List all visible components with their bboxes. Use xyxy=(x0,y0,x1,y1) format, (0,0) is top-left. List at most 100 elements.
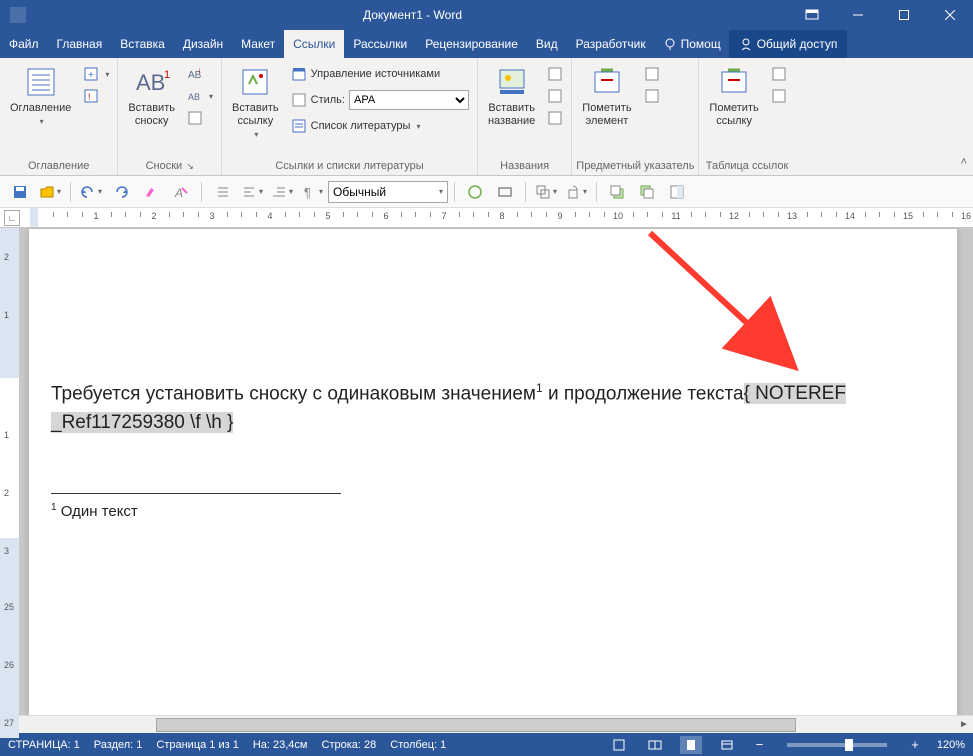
shape-circle-button[interactable] xyxy=(461,179,489,205)
body-text-1[interactable]: Требуется установить сноску с одинаковым… xyxy=(51,383,536,404)
next-footnote-button[interactable]: AB▾ xyxy=(183,86,217,106)
para-mark-button[interactable]: ¶▾ xyxy=(298,179,326,205)
footnote-1[interactable]: 1 Один текст xyxy=(51,500,939,524)
send-back-button[interactable] xyxy=(633,179,661,205)
selection-pane-button[interactable] xyxy=(663,179,691,205)
horizontal-scrollbar[interactable]: ◄ ► xyxy=(0,715,973,733)
mark-citation-button[interactable]: Пометить ссылку xyxy=(703,64,764,128)
footnotes-launcher[interactable]: ↘ xyxy=(186,161,194,172)
minimize-button[interactable] xyxy=(835,0,881,30)
ribbon-display-options[interactable] xyxy=(789,9,835,21)
page[interactable]: Требуется установить сноску с одинаковым… xyxy=(28,228,958,715)
tab-layout[interactable]: Макет xyxy=(232,30,284,58)
rotate-button[interactable]: ▾ xyxy=(562,179,590,205)
mark-citation-icon xyxy=(718,64,750,100)
app-icon xyxy=(0,7,36,23)
status-page-of[interactable]: Страница 1 из 1 xyxy=(156,739,238,751)
read-mode-button[interactable] xyxy=(644,736,666,754)
open-button[interactable]: ▾ xyxy=(36,179,64,205)
scroll-track[interactable] xyxy=(36,717,937,733)
update-tof-button[interactable] xyxy=(543,86,567,106)
insert-index-button[interactable] xyxy=(640,64,664,84)
style-combo[interactable]: Обычный▾ xyxy=(328,181,448,203)
body-text-2[interactable]: и продолжение текста xyxy=(543,383,744,404)
ribbon-tabs: Файл Главная Вставка Дизайн Макет Ссылки… xyxy=(0,30,973,58)
status-section[interactable]: Раздел: 1 xyxy=(94,739,143,751)
insert-toa-button[interactable] xyxy=(767,64,791,84)
tell-me[interactable]: Помощ xyxy=(655,30,729,58)
scroll-thumb[interactable] xyxy=(156,718,796,732)
footnote-icon: AB1 xyxy=(134,64,170,100)
vertical-ruler[interactable]: 21123252627 xyxy=(0,228,20,715)
redo-button[interactable] xyxy=(107,179,135,205)
save-button[interactable] xyxy=(6,179,34,205)
zoom-out-button[interactable]: − xyxy=(752,737,768,752)
tab-design[interactable]: Дизайн xyxy=(174,30,232,58)
status-at[interactable]: На: 23,4см xyxy=(253,739,308,751)
cross-ref-button[interactable] xyxy=(543,108,567,128)
citation-style-combo[interactable]: APA xyxy=(349,90,469,110)
add-text-button[interactable]: +▾ xyxy=(79,64,113,84)
footnote-ref-1[interactable]: 1 xyxy=(536,381,543,395)
indent-button[interactable]: ▾ xyxy=(268,179,296,205)
circle-icon xyxy=(467,184,483,200)
front-icon xyxy=(609,184,625,200)
show-notes-button[interactable] xyxy=(183,108,217,128)
zoom-thumb[interactable] xyxy=(845,739,853,751)
clear-format-button[interactable]: A xyxy=(167,179,195,205)
pane-icon xyxy=(669,184,685,200)
collapse-ribbon-button[interactable]: ˄ xyxy=(961,156,967,168)
tab-home[interactable]: Главная xyxy=(48,30,112,58)
style-icon xyxy=(291,92,307,108)
tab-developer[interactable]: Разработчик xyxy=(567,30,655,58)
group-button[interactable]: ▾ xyxy=(532,179,560,205)
bring-front-button[interactable] xyxy=(603,179,631,205)
highlight-button[interactable] xyxy=(137,179,165,205)
undo-button[interactable]: ▾ xyxy=(77,179,105,205)
group-captions-label: Названия xyxy=(482,158,567,175)
tab-insert[interactable]: Вставка xyxy=(111,30,174,58)
bibliography-label: Список литературы xyxy=(311,120,411,132)
close-button[interactable] xyxy=(927,0,973,30)
tab-mailings[interactable]: Рассылки xyxy=(344,30,416,58)
align-button[interactable]: ▾ xyxy=(238,179,266,205)
insert-citation-button[interactable]: Вставить ссылку▾ xyxy=(226,64,285,140)
zoom-in-button[interactable]: + xyxy=(907,737,923,752)
share-button[interactable]: Общий доступ xyxy=(729,30,848,58)
tab-file[interactable]: Файл xyxy=(0,30,48,58)
macro-rec-button[interactable] xyxy=(608,736,630,754)
bibliography-icon xyxy=(291,118,307,134)
zoom-slider[interactable] xyxy=(787,743,887,747)
scroll-right-button[interactable]: ► xyxy=(955,717,973,733)
zoom-level[interactable]: 120% xyxy=(937,739,965,751)
status-line[interactable]: Строка: 28 xyxy=(322,739,377,751)
insert-caption-button[interactable]: Вставить название xyxy=(482,64,541,128)
tab-references[interactable]: Ссылки xyxy=(284,30,344,58)
status-page[interactable]: СТРАНИЦА: 1 xyxy=(8,739,80,751)
mark-entry-button[interactable]: Пометить элемент xyxy=(576,64,637,128)
para-spacing-button[interactable] xyxy=(208,179,236,205)
page-content[interactable]: Требуется установить сноску с одинаковым… xyxy=(29,229,957,524)
document-scroll[interactable]: Требуется установить сноску с одинаковым… xyxy=(20,228,973,715)
footnote-text[interactable]: Один текст xyxy=(57,503,138,520)
shape-rect-button[interactable] xyxy=(491,179,519,205)
horizontal-ruler[interactable]: ∟ 12345678910111213141516 xyxy=(0,208,973,228)
update-index-button[interactable] xyxy=(640,86,664,106)
web-layout-button[interactable] xyxy=(716,736,738,754)
update-toc-button[interactable]: ! xyxy=(79,86,113,106)
insert-footnote-button[interactable]: AB1 Вставить сноску xyxy=(122,64,181,128)
toc-button[interactable]: Оглавление▾ xyxy=(4,64,77,127)
insert-tof-button[interactable] xyxy=(543,64,567,84)
status-column[interactable]: Столбец: 1 xyxy=(390,739,446,751)
tab-review[interactable]: Рецензирование xyxy=(416,30,527,58)
update-toa-button[interactable] xyxy=(767,86,791,106)
print-layout-button[interactable] xyxy=(680,736,702,754)
insert-toa-icon xyxy=(771,66,787,82)
eraser-icon: A xyxy=(173,184,189,200)
insert-endnote-button[interactable]: ABi xyxy=(183,64,217,84)
tab-view[interactable]: Вид xyxy=(527,30,567,58)
manage-sources-button[interactable]: Управление источниками xyxy=(287,64,473,84)
maximize-button[interactable] xyxy=(881,0,927,30)
tab-selector[interactable]: ∟ xyxy=(4,210,20,226)
bibliography-button[interactable]: Список литературы▾ xyxy=(287,116,473,136)
